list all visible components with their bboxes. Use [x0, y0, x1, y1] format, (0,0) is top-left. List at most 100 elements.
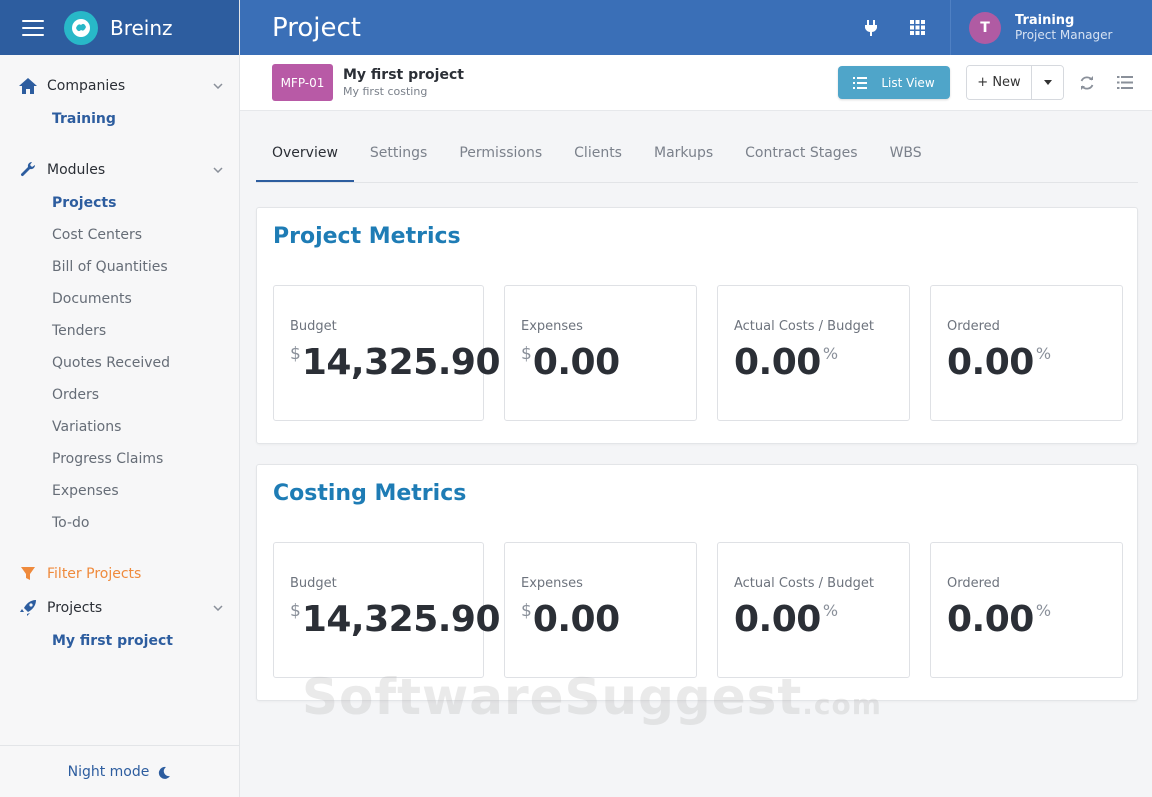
- metric-label: Budget: [290, 576, 337, 591]
- watermark-tld: .com: [802, 688, 882, 721]
- brand-bar: Breinz: [0, 0, 239, 55]
- sidebar-item-quotes-received[interactable]: Quotes Received: [0, 347, 239, 379]
- filter-projects-label: Filter Projects: [47, 566, 142, 582]
- sidebar-group-label: Modules: [47, 162, 106, 178]
- metric-label: Actual Costs / Budget: [734, 576, 874, 591]
- sidebar-group-projects[interactable]: Projects: [0, 591, 239, 625]
- metric-prefix: $: [521, 344, 532, 364]
- metric-suffix: %: [1035, 344, 1052, 363]
- list-view-button[interactable]: List View: [838, 66, 950, 99]
- chevron-down-icon[interactable]: [211, 163, 225, 177]
- metric-card-expenses: Expenses $ 0.00: [504, 542, 697, 678]
- plug-icon[interactable]: [848, 0, 894, 55]
- metric-label: Expenses: [521, 576, 583, 591]
- metric-prefix: $: [290, 601, 301, 621]
- tab-wbs[interactable]: WBS: [874, 125, 938, 182]
- watermark-main: SoftwareSuggest: [302, 668, 803, 726]
- sidebar-item-expenses[interactable]: Expenses: [0, 475, 239, 507]
- metric-label: Actual Costs / Budget: [734, 319, 874, 334]
- sidebar-nav: Companies Training Modules Projects Cost…: [0, 55, 239, 657]
- project-header: MFP-01 My first project My first costing…: [240, 55, 1152, 111]
- page-title: Project: [272, 12, 361, 43]
- sidebar-group-modules[interactable]: Modules: [0, 153, 239, 187]
- user-role: Project Manager: [1015, 28, 1113, 42]
- metric-card-actual-costs-budget: Actual Costs / Budget 0.00 %: [717, 285, 910, 421]
- metric-card-budget: Budget $ 14,325.90: [273, 542, 501, 678]
- sidebar-item-documents[interactable]: Documents: [0, 283, 239, 315]
- sidebar-item-progress-claims[interactable]: Progress Claims: [0, 443, 239, 475]
- sidebar-group-companies[interactable]: Companies: [0, 69, 239, 103]
- sidebar-item-orders[interactable]: Orders: [0, 379, 239, 411]
- metric-card-actual-costs-budget: Actual Costs / Budget 0.00 %: [717, 542, 910, 678]
- tab-permissions[interactable]: Permissions: [443, 125, 558, 182]
- home-icon: [17, 76, 39, 96]
- metric-value: 0.00: [734, 599, 821, 640]
- metric-value: 14,325.90: [301, 342, 501, 383]
- panel-title: Costing Metrics: [273, 481, 467, 506]
- metric-label: Ordered: [947, 319, 1000, 334]
- sidebar-item-tenders[interactable]: Tenders: [0, 315, 239, 347]
- panel-title: Project Metrics: [273, 224, 461, 249]
- hamburger-icon[interactable]: [22, 19, 44, 36]
- tab-overview[interactable]: Overview: [256, 125, 354, 182]
- metric-value: 0.00: [734, 342, 821, 383]
- sidebar-group-label: Companies: [47, 78, 126, 94]
- costing-metrics-panel: Costing Metrics Budget $ 14,325.90 Expen…: [256, 464, 1138, 701]
- list-icon: [853, 76, 868, 89]
- tab-clients[interactable]: Clients: [558, 125, 638, 182]
- new-button[interactable]: + New: [967, 66, 1032, 99]
- watermark: SoftwareSuggest.com: [302, 668, 882, 726]
- sidebar-item-to-do[interactable]: To-do: [0, 507, 239, 539]
- project-subtitle: My first costing: [343, 85, 428, 98]
- sidebar-group-label: Projects: [47, 600, 103, 616]
- metric-label: Ordered: [947, 576, 1000, 591]
- metric-label: Budget: [290, 319, 337, 334]
- sidebar-filter-projects[interactable]: Filter Projects: [0, 557, 239, 591]
- user-menu[interactable]: T Training Project Manager: [950, 0, 1152, 55]
- grid-icon[interactable]: [894, 0, 940, 55]
- metric-value: 14,325.90: [301, 599, 501, 640]
- chevron-down-icon[interactable]: [211, 601, 225, 615]
- brain-logo-icon: [64, 10, 98, 45]
- user-name: Training: [1015, 13, 1075, 28]
- sidebar-item-training[interactable]: Training: [0, 103, 239, 135]
- sidebar-item-projects[interactable]: Projects: [0, 187, 239, 219]
- metric-label: Expenses: [521, 319, 583, 334]
- metric-card-budget: Budget $ 14,325.90: [273, 285, 501, 421]
- sidebar-item-cost-centers[interactable]: Cost Centers: [0, 219, 239, 251]
- wrench-icon: [17, 160, 39, 180]
- sidebar-item-variations[interactable]: Variations: [0, 411, 239, 443]
- tab-markups[interactable]: Markups: [638, 125, 729, 182]
- funnel-icon: [17, 564, 39, 584]
- metric-card-ordered: Ordered 0.00 %: [930, 542, 1123, 678]
- sidebar: Breinz Companies Training Modules Projec…: [0, 0, 240, 797]
- moon-icon: [157, 765, 171, 779]
- sidebar-item-bill-of-quantities[interactable]: Bill of Quantities: [0, 251, 239, 283]
- metric-prefix: $: [521, 601, 532, 621]
- tab-contract-stages[interactable]: Contract Stages: [729, 125, 873, 182]
- night-mode-label: Night mode: [67, 763, 150, 780]
- project-metrics-panel: Project Metrics Budget $ 14,325.90 Expen…: [256, 207, 1138, 444]
- metric-card-expenses: Expenses $ 0.00: [504, 285, 697, 421]
- top-bar: Project T Training Project Manager: [240, 0, 1152, 55]
- metric-value: 0.00: [947, 342, 1034, 383]
- metric-suffix: %: [1035, 601, 1052, 620]
- night-mode-toggle[interactable]: Night mode: [0, 745, 239, 797]
- chevron-down-icon[interactable]: [211, 79, 225, 93]
- metric-prefix: $: [290, 344, 301, 364]
- refresh-icon[interactable]: [1068, 65, 1106, 100]
- list-icon[interactable]: [1106, 65, 1144, 100]
- tab-settings[interactable]: Settings: [354, 125, 443, 182]
- project-code-badge: MFP-01: [272, 64, 333, 101]
- metric-suffix: %: [822, 344, 839, 363]
- brand-name[interactable]: Breinz: [110, 16, 173, 40]
- new-button-group: + New: [966, 65, 1064, 100]
- metric-value: 0.00: [947, 599, 1034, 640]
- project-name: My first project: [343, 67, 464, 83]
- metric-suffix: %: [822, 601, 839, 620]
- metric-value: 0.00: [532, 599, 620, 640]
- caret-down-icon[interactable]: [1032, 66, 1063, 99]
- sidebar-item-my-first-project[interactable]: My first project: [0, 625, 239, 657]
- avatar: T: [969, 11, 1001, 44]
- project-tabs: Overview Settings Permissions Clients Ma…: [256, 125, 1138, 183]
